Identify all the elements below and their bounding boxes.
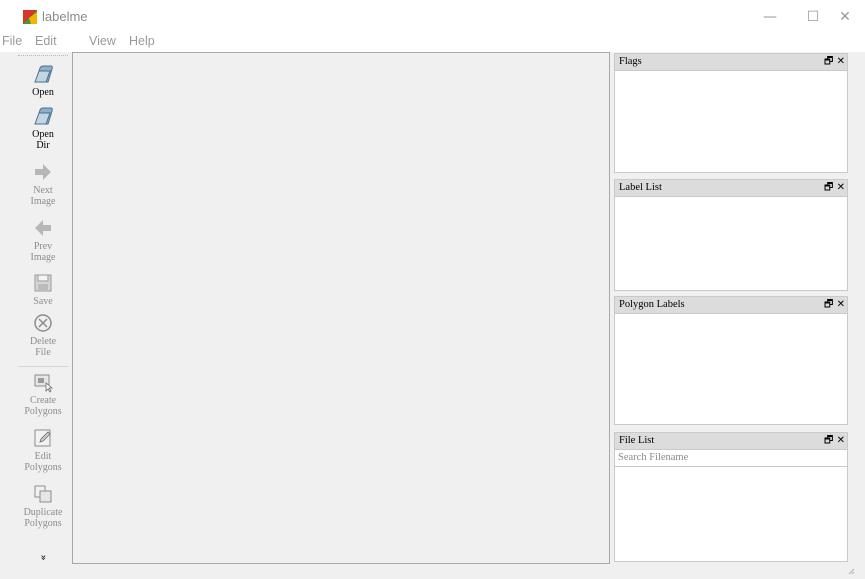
create-polygons-label: Create Polygons	[24, 395, 62, 417]
label-list[interactable]	[614, 197, 848, 291]
create-polygon-icon	[34, 374, 54, 393]
delete-file-button[interactable]: Delete File	[14, 312, 72, 358]
labelme-logo-icon	[23, 10, 37, 24]
toolbar-separator	[18, 366, 68, 367]
toolbar-extension-button[interactable]: »	[14, 552, 72, 563]
search-filename-input[interactable]: Search Filename	[615, 450, 847, 467]
folder-open-dir-icon	[34, 107, 53, 125]
menu-bar: File Edit View Help	[0, 32, 865, 52]
menu-file[interactable]: File	[2, 34, 22, 48]
polygon-labels-dock-title: Polygon Labels	[619, 299, 685, 310]
flags-list[interactable]	[614, 71, 848, 173]
save-label: Save	[33, 296, 53, 307]
file-list[interactable]	[615, 467, 847, 561]
file-list-dock: File List 🗗 ✕ Search Filename	[614, 432, 848, 562]
window-title: labelme	[42, 9, 88, 24]
polygon-labels-dock-header[interactable]: Polygon Labels 🗗 ✕	[614, 296, 848, 314]
label-list-dock-title: Label List	[619, 182, 662, 193]
toolbar-grip[interactable]	[18, 55, 68, 59]
label-list-dock: Label List 🗗 ✕	[614, 179, 848, 291]
edit-polygon-icon	[34, 429, 51, 447]
folder-open-icon	[34, 65, 53, 83]
file-list-dock-title: File List	[619, 435, 655, 446]
open-label: Open	[32, 87, 54, 98]
file-list-panel: Search Filename	[614, 450, 848, 562]
polygon-labels-dock: Polygon Labels 🗗 ✕	[614, 296, 848, 425]
image-canvas[interactable]	[72, 52, 610, 564]
close-icon[interactable]: ✕	[837, 56, 845, 67]
chevron-down-icon: »	[37, 554, 49, 561]
label-list-dock-header[interactable]: Label List 🗗 ✕	[614, 179, 848, 197]
menu-help[interactable]: Help	[129, 34, 155, 48]
file-list-dock-header[interactable]: File List 🗗 ✕	[614, 432, 848, 450]
flags-dock-header[interactable]: Flags 🗗 ✕	[614, 53, 848, 71]
next-image-button[interactable]: Next Image	[14, 161, 72, 207]
delete-file-label: Delete File	[29, 336, 57, 358]
open-button[interactable]: Open	[14, 63, 72, 98]
polygon-labels-list[interactable]	[614, 314, 848, 425]
float-icon[interactable]: 🗗	[824, 182, 833, 193]
open-dir-label: Open Dir	[32, 129, 54, 151]
tool-bar: Open Open Dir Next Image Prev Image Save	[14, 55, 70, 567]
duplicate-icon	[34, 485, 52, 503]
floppy-disk-icon	[34, 274, 52, 292]
arrow-left-icon	[35, 220, 51, 236]
flags-dock: Flags 🗗 ✕	[614, 53, 848, 173]
float-icon[interactable]: 🗗	[824, 435, 833, 446]
resize-grip-icon[interactable]	[847, 567, 855, 575]
close-icon[interactable]: ✕	[837, 435, 845, 446]
minimize-button[interactable]: —	[750, 4, 790, 30]
duplicate-polygons-label: Duplicate Polygons	[23, 507, 63, 529]
circle-x-icon	[34, 314, 52, 332]
next-image-label: Next Image	[30, 185, 56, 207]
edit-polygons-button[interactable]: Edit Polygons	[14, 427, 72, 473]
menu-edit[interactable]: Edit	[35, 34, 57, 48]
float-icon[interactable]: 🗗	[824, 299, 833, 310]
prev-image-button[interactable]: Prev Image	[14, 217, 72, 263]
create-polygons-button[interactable]: Create Polygons	[14, 371, 72, 417]
open-dir-button[interactable]: Open Dir	[14, 105, 72, 151]
edit-polygons-label: Edit Polygons	[24, 451, 62, 473]
arrow-right-icon	[35, 164, 51, 180]
prev-image-label: Prev Image	[30, 241, 56, 263]
close-button[interactable]: ✕	[825, 4, 865, 30]
title-bar: labelme — ☐ ✕	[0, 0, 865, 32]
flags-dock-title: Flags	[619, 56, 642, 67]
close-icon[interactable]: ✕	[837, 182, 845, 193]
save-button[interactable]: Save	[14, 272, 72, 307]
float-icon[interactable]: 🗗	[824, 56, 833, 67]
close-icon[interactable]: ✕	[837, 299, 845, 310]
duplicate-polygons-button[interactable]: Duplicate Polygons	[14, 483, 72, 529]
menu-view[interactable]: View	[89, 34, 116, 48]
